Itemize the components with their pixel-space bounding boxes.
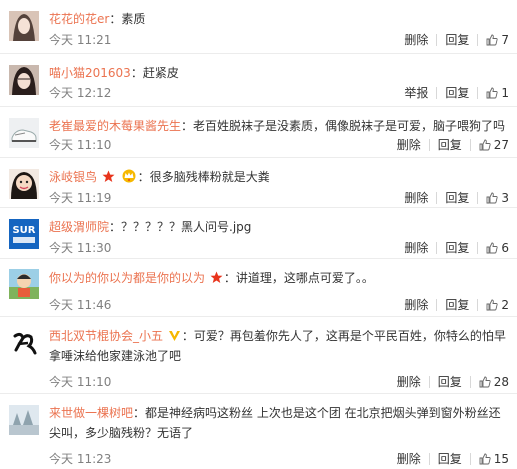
- comment-colon: ：: [181, 119, 194, 133]
- user-avatar[interactable]: [9, 169, 39, 199]
- user-avatar[interactable]: [9, 269, 39, 299]
- comment-author[interactable]: 喵小猫201603: [49, 66, 131, 80]
- comment-time: 今天 11:23: [49, 452, 112, 466]
- like-button[interactable]: 6: [478, 241, 509, 255]
- user-avatar[interactable]: SUR: [9, 219, 39, 249]
- like-count: 1: [501, 85, 509, 100]
- comment-item: 来世做一棵树吧：都是神经病吗这粉丝 上次也是这个团 在北京把烟头弹到窗外粉丝还尖…: [0, 394, 517, 469]
- reply-link[interactable]: 回复: [430, 136, 470, 153]
- school-logo: SUR: [9, 219, 39, 249]
- thumbs-up-icon: [486, 34, 498, 45]
- comment-author[interactable]: 老崔最爱的木莓果酱先生: [49, 119, 181, 133]
- comment-author[interactable]: 泳岐银鸟: [49, 170, 97, 184]
- comment-colon: ：: [133, 406, 146, 420]
- comment-text: 赶紧皮: [142, 66, 179, 80]
- reply-link[interactable]: 回复: [430, 450, 470, 467]
- like-count: 2: [501, 297, 509, 312]
- like-count: 3: [501, 190, 509, 205]
- comment-item: 花花的花er：素质 今天 11:21 删除 回复 7: [0, 0, 517, 54]
- thumbs-up-icon: [479, 376, 491, 387]
- star-badge-icon: [102, 170, 115, 182]
- like-count: 6: [501, 240, 509, 255]
- delete-link[interactable]: 删除: [396, 239, 436, 256]
- thumbs-up-icon: [486, 242, 498, 253]
- delete-link[interactable]: 删除: [396, 189, 436, 206]
- like-count: 27: [493, 137, 509, 152]
- comment-item: SUR 超级渭师院：？？？？？黑人问号.jpg 今天 11:30 删除 回复 6: [0, 208, 517, 259]
- user-avatar[interactable]: [9, 405, 39, 435]
- svg-text:SUR: SUR: [12, 225, 35, 236]
- delete-link[interactable]: 删除: [389, 373, 429, 390]
- like-count: 15: [493, 451, 509, 466]
- user-avatar[interactable]: [9, 11, 39, 41]
- reply-link[interactable]: 回复: [437, 84, 477, 101]
- comment-text: 很多脑残棒粉就是大粪: [149, 170, 270, 184]
- comment-author[interactable]: 超级渭师院: [49, 220, 109, 234]
- comment-author[interactable]: 你以为的你以为都是你的以为: [49, 271, 205, 285]
- thumbs-up-icon: [486, 299, 498, 310]
- user-avatar[interactable]: [9, 328, 39, 358]
- comment-colon: ：: [109, 12, 122, 26]
- comment-time: 今天 11:10: [49, 138, 112, 152]
- like-count: 28: [493, 374, 509, 389]
- thumbs-up-icon: [486, 192, 498, 203]
- comment-item: 西北双节棍协会_小五 ：可爱？再包羞你先人了，这再是个平民百姓，你特么的怕早拿唾…: [0, 317, 517, 394]
- comment-colon: ：: [223, 271, 236, 285]
- reply-link[interactable]: 回复: [437, 239, 477, 256]
- like-button[interactable]: 3: [478, 191, 509, 205]
- delete-link[interactable]: 删除: [396, 31, 436, 48]
- comment-item: 你以为的你以为都是你的以为 ：讲道理，这哪点可爱了。。 今天 11:46 删除 …: [0, 259, 517, 317]
- thumbs-up-icon: [486, 87, 498, 98]
- like-button[interactable]: 28: [471, 375, 509, 389]
- like-count: 7: [501, 32, 509, 47]
- verified-v-icon: [168, 331, 180, 341]
- like-button[interactable]: 7: [478, 33, 509, 47]
- comment-text: 素质: [121, 12, 146, 26]
- thumbs-up-icon: [479, 453, 491, 464]
- thumbs-up-icon: [479, 139, 491, 150]
- comment-colon: ：: [109, 220, 122, 234]
- comment-item: 泳岐银鸟 ：很多脑残棒粉就是大粪 今天 11:19 删除 回复 3: [0, 158, 517, 208]
- reply-link[interactable]: 回复: [437, 31, 477, 48]
- comment-author[interactable]: 花花的花er: [49, 12, 109, 26]
- user-avatar[interactable]: [9, 118, 39, 148]
- comment-time: 今天 11:10: [49, 375, 112, 389]
- comment-author[interactable]: 来世做一棵树吧: [49, 406, 133, 420]
- comment-time: 今天 11:21: [49, 33, 112, 47]
- like-button[interactable]: 1: [478, 86, 509, 100]
- comment-item: 老崔最爱的木莓果酱先生：老百姓脱袜子是没素质，偶像脱袜子是可爱，脑子喂狗了吗 今…: [0, 107, 517, 158]
- comment-colon: ：: [181, 329, 194, 343]
- comment-time: 今天 11:46: [49, 298, 112, 312]
- comment-list: 花花的花er：素质 今天 11:21 删除 回复 7 喵小猫201603：赶紧皮: [0, 0, 517, 469]
- delete-link[interactable]: 删除: [396, 296, 436, 313]
- delete-link[interactable]: 删除: [389, 136, 429, 153]
- member-crown-icon: [122, 169, 136, 183]
- like-button[interactable]: 27: [471, 138, 509, 152]
- like-button[interactable]: 15: [471, 452, 509, 466]
- comment-author[interactable]: 西北双节棍协会_小五: [49, 329, 163, 343]
- delete-link[interactable]: 删除: [389, 450, 429, 467]
- comment-time: 今天 12:12: [49, 86, 112, 100]
- comment-item: 喵小猫201603：赶紧皮 今天 12:12 举报 回复 1: [0, 54, 517, 107]
- like-button[interactable]: 2: [478, 298, 509, 312]
- comment-time: 今天 11:19: [49, 191, 112, 205]
- comment-colon: ：: [137, 170, 150, 184]
- star-badge-icon: [210, 271, 223, 283]
- comment-text: ？？？？？黑人问号.jpg: [121, 220, 252, 234]
- comment-text: 讲道理，这哪点可爱了。。: [235, 271, 374, 285]
- reply-link[interactable]: 回复: [437, 296, 477, 313]
- reply-link[interactable]: 回复: [430, 373, 470, 390]
- comment-colon: ：: [130, 66, 143, 80]
- reply-link[interactable]: 回复: [437, 189, 477, 206]
- report-link[interactable]: 举报: [396, 84, 436, 101]
- comment-text: 老百姓脱袜子是没素质，偶像脱袜子是可爱，脑子喂狗了吗: [193, 119, 506, 133]
- user-avatar[interactable]: [9, 65, 39, 95]
- comment-time: 今天 11:30: [49, 241, 112, 255]
